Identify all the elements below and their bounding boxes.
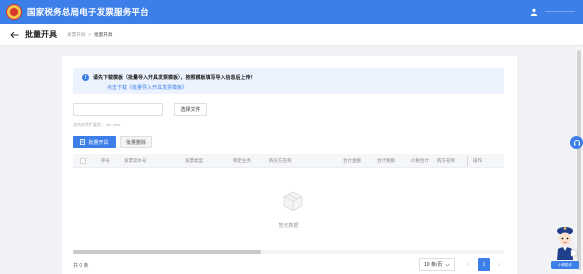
column-header: 购方名称 <box>437 158 455 163</box>
select-file-button[interactable]: 选择文件 <box>174 103 207 116</box>
breadcrumb-item-current: 批量开具 <box>94 31 113 37</box>
column-header: 特定业务 <box>233 158 251 163</box>
column-header: 操作 <box>473 158 482 163</box>
column-divider <box>467 156 468 166</box>
column-header: 购买方名称 <box>269 158 292 163</box>
customer-service-button[interactable] <box>570 136 583 149</box>
back-arrow-icon[interactable] <box>9 30 19 40</box>
tax-assistant-widget[interactable]: 小税助手 <box>551 222 579 270</box>
user-name[interactable]: 一一一一一一 <box>545 9 575 16</box>
column-header: 合计税额 <box>377 158 395 163</box>
page-number-current[interactable]: 1 <box>478 258 490 271</box>
batch-issue-label: 批量开具 <box>88 139 109 146</box>
file-path-input[interactable] <box>73 103 163 116</box>
page-title: 批量开具 <box>25 30 57 39</box>
tax-emblem-logo <box>6 4 22 20</box>
page-size-value: 10 条/页 <box>424 262 443 268</box>
file-extension-hint: 支持文件扩展名：.xls .xlsx <box>73 122 121 127</box>
empty-box-icon <box>283 191 303 211</box>
chevron-down-icon <box>445 263 450 266</box>
breadcrumb-separator: > <box>88 32 92 37</box>
user-icon[interactable] <box>529 7 539 17</box>
info-icon: ! <box>82 74 89 81</box>
select-all-checkbox[interactable] <box>80 158 86 164</box>
prev-page-button[interactable]: ‹ <box>462 258 474 271</box>
table-header: 序号 发票流水号 发票类型 特定业务 购买方名称 合计金额 合计税额 价税合计 … <box>73 154 504 168</box>
app-title: 国家税务总局电子发票服务平台 <box>27 7 149 17</box>
page-size-select[interactable]: 10 条/页 <box>419 258 455 271</box>
download-template-link[interactable]: 点击下载《批量导入开具发票模板》 <box>107 84 187 91</box>
assistant-mascot-icon <box>557 227 577 260</box>
column-header: 发票类型 <box>185 158 203 163</box>
column-header: 合计金额 <box>343 158 361 163</box>
column-header: 序号 <box>101 158 110 163</box>
next-page-button[interactable]: › <box>493 258 505 271</box>
horizontal-scrollbar-thumb[interactable] <box>73 250 261 254</box>
notice-text: 请先下载模板（批量导入开具发票模板），按照模板填写导入信息后上传！ <box>93 75 256 81</box>
notice-box: ! 请先下载模板（批量导入开具发票模板），按照模板填写导入信息后上传！ 点击下载… <box>73 68 504 94</box>
top-bar: 国家税务总局电子发票服务平台 一一一一一一 <box>0 0 583 24</box>
main-card: ! 请先下载模板（批量导入开具发票模板），按照模板填写导入信息后上传！ 点击下载… <box>62 56 517 274</box>
headset-icon <box>573 139 580 145</box>
horizontal-scrollbar[interactable] <box>73 250 504 254</box>
empty-text: 暂无数据 <box>278 223 299 229</box>
column-header: 发票流水号 <box>124 158 147 163</box>
batch-issue-button[interactable]: 批量开具 <box>73 136 116 148</box>
document-icon <box>80 139 86 145</box>
batch-delete-button[interactable]: 批量删除 <box>120 136 152 148</box>
breadcrumb-item-issue[interactable]: 发票开具 <box>67 32 85 38</box>
total-count: 共 0 条 <box>73 263 89 269</box>
page-header: 批量开具 发票开具 > 批量开具 <box>0 24 583 46</box>
empty-state: 暂无数据 <box>73 168 504 248</box>
breadcrumb: 发票开具 > 批量开具 <box>67 32 112 38</box>
assistant-label: 小税助手 <box>551 261 579 269</box>
column-header: 价税合计 <box>411 158 429 163</box>
